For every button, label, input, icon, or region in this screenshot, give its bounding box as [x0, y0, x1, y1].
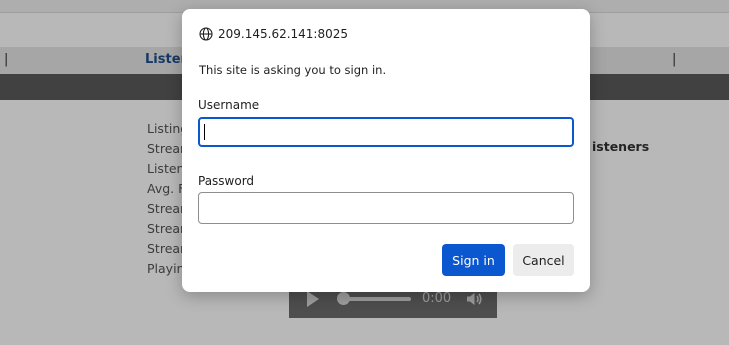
site-origin: 209.145.62.141:8025 — [218, 26, 349, 41]
username-label: Username — [198, 98, 260, 112]
cancel-button[interactable]: Cancel — [513, 244, 574, 276]
origin-row: 209.145.62.141:8025 — [199, 25, 348, 42]
sign-in-message: This site is asking you to sign in. — [199, 63, 387, 77]
globe-icon — [199, 26, 213, 41]
password-input[interactable] — [198, 192, 574, 224]
username-input[interactable] — [198, 117, 574, 147]
sign-in-dialog: 209.145.62.141:8025 This site is asking … — [182, 9, 590, 292]
text-caret — [204, 124, 205, 140]
sign-in-button[interactable]: Sign in — [442, 244, 505, 276]
password-label: Password — [198, 174, 255, 188]
